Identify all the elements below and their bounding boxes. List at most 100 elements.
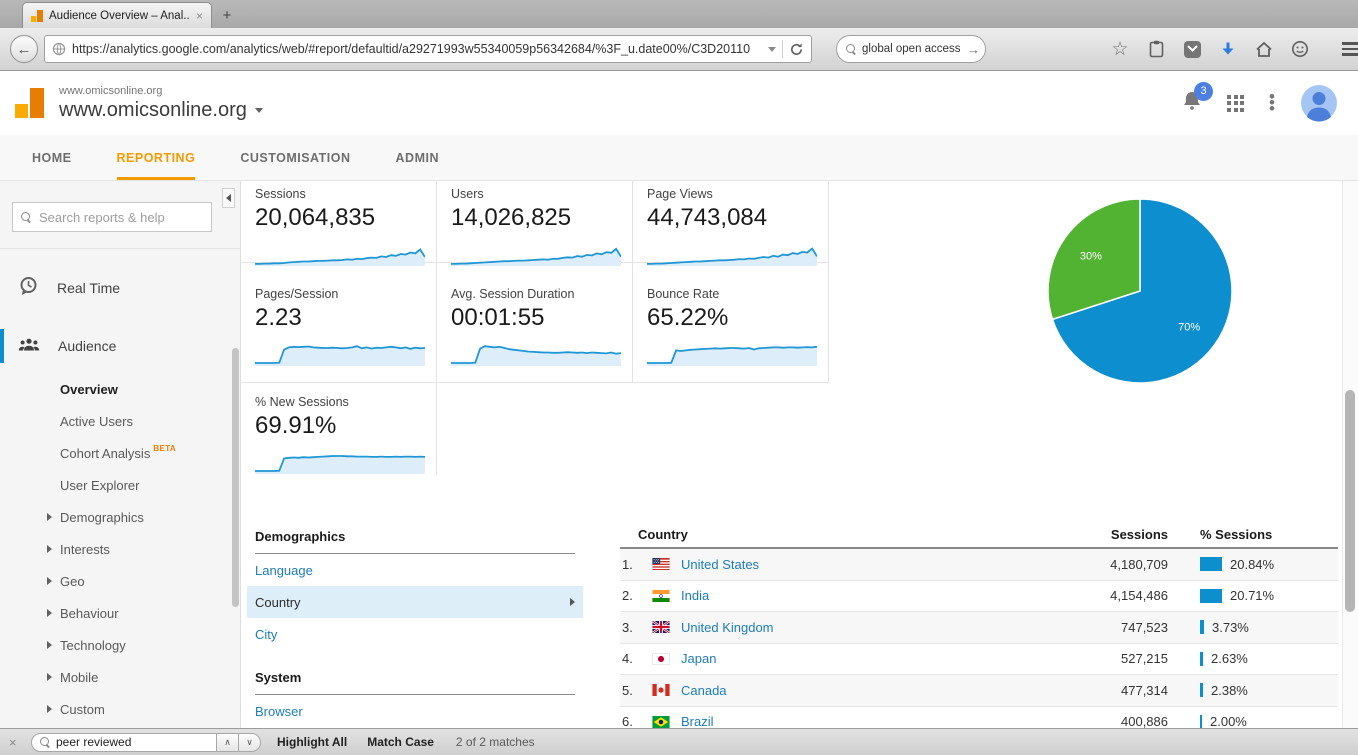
pocket-icon[interactable] xyxy=(1182,39,1202,59)
pie-slice-label: 70% xyxy=(1178,322,1200,334)
hello-chat-icon[interactable] xyxy=(1290,39,1310,59)
metric-card-pages-session: Pages/Session2.23 xyxy=(241,263,437,383)
nav-tab-customisation[interactable]: CUSTOMISATION xyxy=(240,135,350,180)
nav-tab-home[interactable]: HOME xyxy=(32,135,72,180)
bookmarks-clipboard-icon[interactable] xyxy=(1146,39,1166,59)
back-button[interactable]: ← xyxy=(10,35,38,63)
nav-tab-admin[interactable]: ADMIN xyxy=(396,135,439,180)
in-flag-icon xyxy=(652,590,670,602)
pct-sessions-value: 20.84% xyxy=(1230,557,1274,572)
column-header-country[interactable]: Country xyxy=(620,527,1048,542)
gb-flag-icon xyxy=(652,621,670,633)
findbar-close-icon[interactable]: × xyxy=(9,735,25,750)
column-header-pct-sessions[interactable]: % Sessions xyxy=(1168,527,1338,542)
url-history-dropdown-icon[interactable] xyxy=(768,47,776,52)
search-go-icon[interactable]: → xyxy=(967,42,980,57)
country-link-br[interactable]: Brazil xyxy=(681,714,1048,728)
apps-grid-icon[interactable] xyxy=(1227,95,1244,112)
find-match-status: 2 of 2 matches xyxy=(456,735,535,749)
sidebar-item-demographics[interactable]: Demographics xyxy=(0,501,240,533)
country-link-ca[interactable]: Canada xyxy=(681,683,1048,698)
sidebar-item-technology[interactable]: Technology xyxy=(0,629,240,661)
metric-sparkline xyxy=(255,336,425,366)
pct-sessions-bar xyxy=(1200,652,1203,666)
metric-sparkline xyxy=(255,444,425,474)
bookmark-star-icon[interactable]: ☆ xyxy=(1110,39,1130,59)
highlight-all-button[interactable]: Highlight All xyxy=(277,735,347,749)
sessions-value: 477,314 xyxy=(1048,683,1168,698)
sidebar-item-custom[interactable]: Custom xyxy=(0,693,240,725)
sidebar-item-overview[interactable]: Overview xyxy=(0,373,240,405)
metric-card-avg-session-duration: Avg. Session Duration00:01:55 xyxy=(437,263,633,383)
match-case-button[interactable]: Match Case xyxy=(367,735,434,749)
content-scrollbar-thumb[interactable] xyxy=(1345,390,1355,612)
dimension-link-label: Country xyxy=(255,595,301,610)
sidebar-section-label: Real Time xyxy=(57,280,120,296)
new-tab-button[interactable]: + xyxy=(212,4,242,28)
country-link-gb[interactable]: United Kingdom xyxy=(681,620,1048,635)
browser-search-bar[interactable]: → xyxy=(836,35,986,63)
metric-value: 2.23 xyxy=(255,304,436,332)
system-heading: System xyxy=(255,662,575,695)
home-icon[interactable] xyxy=(1254,39,1274,59)
toolbar-icons: ☆ xyxy=(1110,39,1358,59)
user-avatar[interactable] xyxy=(1300,84,1338,122)
sidebar-scrollbar[interactable] xyxy=(232,348,239,607)
sidebar-item-label: Technology xyxy=(60,638,126,653)
find-previous-button[interactable]: ∧ xyxy=(217,733,239,752)
pct-sessions-value: 2.00% xyxy=(1210,714,1247,728)
metric-cards: Sessions20,064,835Users14,026,825Page Vi… xyxy=(241,181,829,475)
findbar-input[interactable] xyxy=(56,735,186,749)
pct-sessions-value: 2.63% xyxy=(1211,651,1248,666)
browser-search-input[interactable] xyxy=(862,43,962,55)
find-next-button[interactable]: ∨ xyxy=(239,733,261,752)
clock-bubble-icon xyxy=(18,276,39,300)
sidebar-item-mobile[interactable]: Mobile xyxy=(0,661,240,693)
country-link-jp[interactable]: Japan xyxy=(681,651,1048,666)
url-divider xyxy=(782,40,783,58)
metric-sparkline xyxy=(647,236,817,266)
dimension-link-city[interactable]: City xyxy=(247,618,583,650)
sidebar-item-interests[interactable]: Interests xyxy=(0,533,240,565)
findbar-search-field[interactable] xyxy=(31,733,217,752)
metric-label: Page Views xyxy=(647,187,828,201)
metric-sparkline xyxy=(255,236,425,266)
sidebar-item-behaviour[interactable]: Behaviour xyxy=(0,597,240,629)
sidebar-search-box[interactable] xyxy=(12,202,212,232)
sidebar-item-label: Mobile xyxy=(60,670,98,685)
nav-tab-reporting[interactable]: REPORTING xyxy=(117,135,196,180)
url-bar[interactable] xyxy=(44,35,812,63)
url-input[interactable] xyxy=(72,42,762,56)
expand-arrow-icon xyxy=(47,577,52,585)
pct-sessions-cell: 3.73% xyxy=(1168,620,1338,635)
dimension-link-language[interactable]: Language xyxy=(247,554,583,586)
sidebar-collapse-button[interactable] xyxy=(222,188,235,208)
content-scrollbar-track[interactable] xyxy=(1342,181,1358,728)
pct-sessions-bar xyxy=(1200,589,1222,603)
sidebar-item-user-explorer[interactable]: User Explorer xyxy=(0,469,240,501)
sidebar-item-geo[interactable]: Geo xyxy=(0,565,240,597)
browser-toolbar: ← → ☆ xyxy=(0,28,1358,71)
sidebar-search-input[interactable] xyxy=(39,210,189,225)
sidebar-item-label: User Explorer xyxy=(60,478,139,493)
sidebar-item-cohort-analysis[interactable]: Cohort AnalysisBETA xyxy=(0,437,240,469)
more-options-icon[interactable]: ••• xyxy=(1269,94,1275,112)
sidebar-section-audience[interactable]: Audience xyxy=(0,329,240,363)
expand-arrow-icon xyxy=(47,609,52,617)
column-header-sessions[interactable]: Sessions xyxy=(1048,527,1168,542)
sidebar-section-real-time[interactable]: Real Time xyxy=(0,271,240,305)
reload-icon[interactable] xyxy=(789,42,804,57)
menu-hamburger-icon[interactable] xyxy=(1342,42,1358,56)
country-link-us[interactable]: United States xyxy=(681,557,1048,572)
dimension-link-country[interactable]: Country xyxy=(247,586,583,618)
downloads-icon[interactable] xyxy=(1218,39,1238,59)
metric-sparkline xyxy=(451,236,621,266)
notifications-button[interactable]: 3 xyxy=(1182,90,1202,117)
tab-audience-overview[interactable]: Audience Overview – Anal... × xyxy=(22,2,212,28)
find-bar: × ∧ ∨ Highlight All Match Case 2 of 2 ma… xyxy=(0,728,1358,755)
account-switcher[interactable]: www.omicsonline.org xyxy=(59,99,263,122)
tab-close-icon[interactable]: × xyxy=(196,9,203,23)
sidebar-item-active-users[interactable]: Active Users xyxy=(0,405,240,437)
country-link-in[interactable]: India xyxy=(681,588,1048,603)
dimension-link-browser[interactable]: Browser xyxy=(247,695,583,727)
